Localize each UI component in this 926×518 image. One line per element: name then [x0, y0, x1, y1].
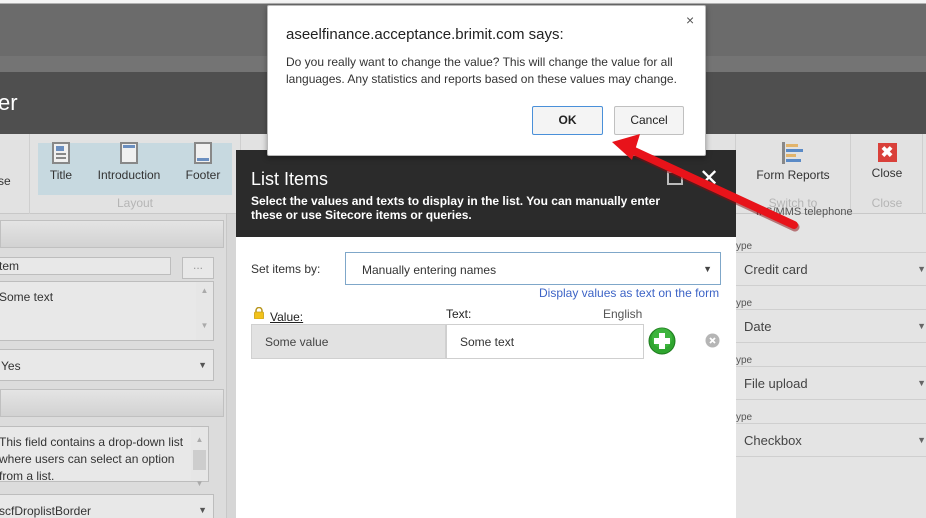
field-type-label: ype	[736, 241, 753, 252]
language-label: English	[603, 307, 643, 321]
lock-icon[interactable]	[253, 307, 265, 319]
chevron-down-icon: ▼	[198, 505, 207, 515]
ribbon-separator	[850, 134, 851, 214]
remove-item-icon[interactable]	[705, 333, 720, 348]
ribbon-partial-button[interactable]: se	[0, 174, 11, 188]
chevron-down-icon: ▼	[198, 360, 207, 370]
dialog-header: List Items Select the values and texts t…	[236, 150, 736, 237]
right-fields-panel: MS/MMS telephone ype Credit card ▼ ype Da…	[736, 206, 926, 518]
chevron-down-icon: ▼	[917, 321, 926, 331]
alert-message: Do you really want to change the value? …	[286, 55, 677, 86]
introduction-button[interactable]: Introduction	[94, 142, 164, 182]
partial-field-label: MS/MMS telephone	[756, 206, 853, 218]
set-items-select[interactable]: Manually entering names ▼	[345, 252, 721, 285]
field-type-select[interactable]: Checkbox ▼	[736, 423, 926, 457]
left-properties-panel: tem ... Some text ▲ ▼ Yes ▼ This field co…	[0, 214, 236, 518]
field-type-label: ype	[736, 412, 753, 423]
value-column-header: Value:	[270, 310, 304, 324]
set-items-label: Set items by:	[251, 262, 321, 276]
maximize-icon[interactable]	[667, 171, 683, 185]
field-type-select[interactable]: File upload ▼	[736, 366, 926, 400]
close-red-icon: ✖	[877, 143, 897, 162]
list-items-dialog: List Items Select the values and texts t…	[236, 150, 736, 518]
ribbon-separator	[922, 134, 923, 214]
css-class-select[interactable]: scfDroplistBorder ▼	[0, 494, 214, 518]
browse-button[interactable]: ...	[182, 257, 214, 279]
yes-select[interactable]: Yes ▼	[0, 349, 214, 381]
confirm-alert-dialog: × aseelfinance.acceptance.brimit.com say…	[267, 5, 706, 156]
chevron-down-icon: ▼	[917, 435, 926, 445]
form-reports-icon	[782, 142, 804, 164]
add-item-button[interactable]	[648, 327, 676, 355]
alert-close-icon[interactable]: ×	[686, 12, 694, 28]
footer-button[interactable]: Footer	[183, 142, 223, 182]
cancel-button[interactable]: Cancel	[614, 106, 684, 135]
chevron-down-icon: ▼	[703, 264, 712, 274]
close-group-label: Close	[871, 196, 903, 210]
title-button[interactable]: Title	[46, 142, 76, 182]
value-input[interactable]: Some value	[251, 324, 446, 359]
chevron-down-icon: ▼	[917, 378, 926, 388]
dialog-title: List Items	[251, 169, 329, 189]
alert-title: aseelfinance.acceptance.brimit.com says:	[286, 26, 564, 43]
help-text-area[interactable]: This field contains a drop-down list whe…	[0, 426, 209, 488]
title-page-icon	[52, 142, 70, 164]
close-ribbon-button[interactable]: ✖ Close	[866, 142, 908, 180]
display-values-link[interactable]: Display values as text on the form	[539, 286, 719, 300]
field-type-label: ype	[736, 298, 753, 309]
close-icon[interactable]: ✕	[699, 164, 719, 193]
app-title: er	[0, 90, 18, 115]
introduction-page-icon	[120, 142, 138, 164]
item-field[interactable]: tem	[0, 257, 171, 275]
field-type-select[interactable]: Credit card ▼	[736, 252, 926, 286]
help-scrollbar[interactable]: ▲ ▼	[191, 427, 208, 488]
chevron-down-icon: ▼	[917, 264, 926, 274]
layout-group-label: Layout	[116, 196, 154, 210]
section-header[interactable]	[0, 220, 224, 248]
ok-button[interactable]: OK	[532, 106, 603, 135]
text-input[interactable]: Some text	[446, 324, 644, 359]
textarea-scrollbar[interactable]: ▲ ▼	[196, 282, 213, 340]
dialog-description: Select the values and texts to display i…	[251, 194, 661, 222]
text-column-header: Text:	[446, 307, 472, 321]
panel-scrollbar[interactable]	[226, 214, 236, 518]
field-type-select[interactable]: Date ▼	[736, 309, 926, 343]
section-header[interactable]	[0, 389, 224, 417]
ribbon-separator	[29, 134, 30, 214]
footer-page-icon	[194, 142, 212, 164]
form-reports-button[interactable]: Form Reports	[750, 142, 836, 182]
field-type-label: ype	[736, 355, 753, 366]
text-area[interactable]: Some text ▲ ▼	[0, 281, 214, 341]
